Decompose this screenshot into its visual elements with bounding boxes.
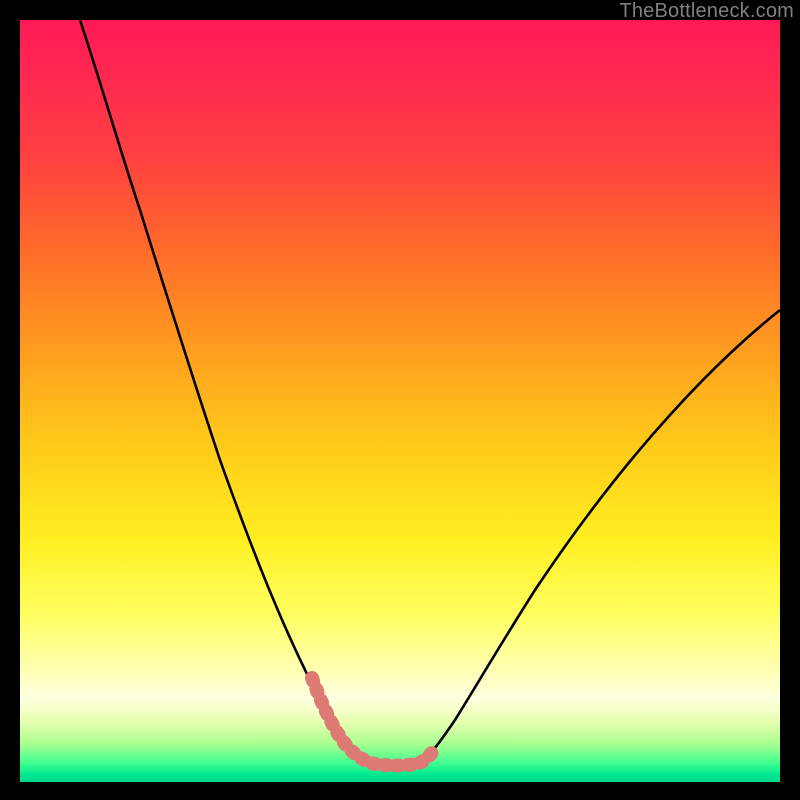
bottleneck-curve-svg — [20, 20, 780, 782]
optimal-region-marker — [312, 678, 436, 766]
bottleneck-curve — [80, 20, 780, 766]
chart-area — [20, 20, 780, 782]
